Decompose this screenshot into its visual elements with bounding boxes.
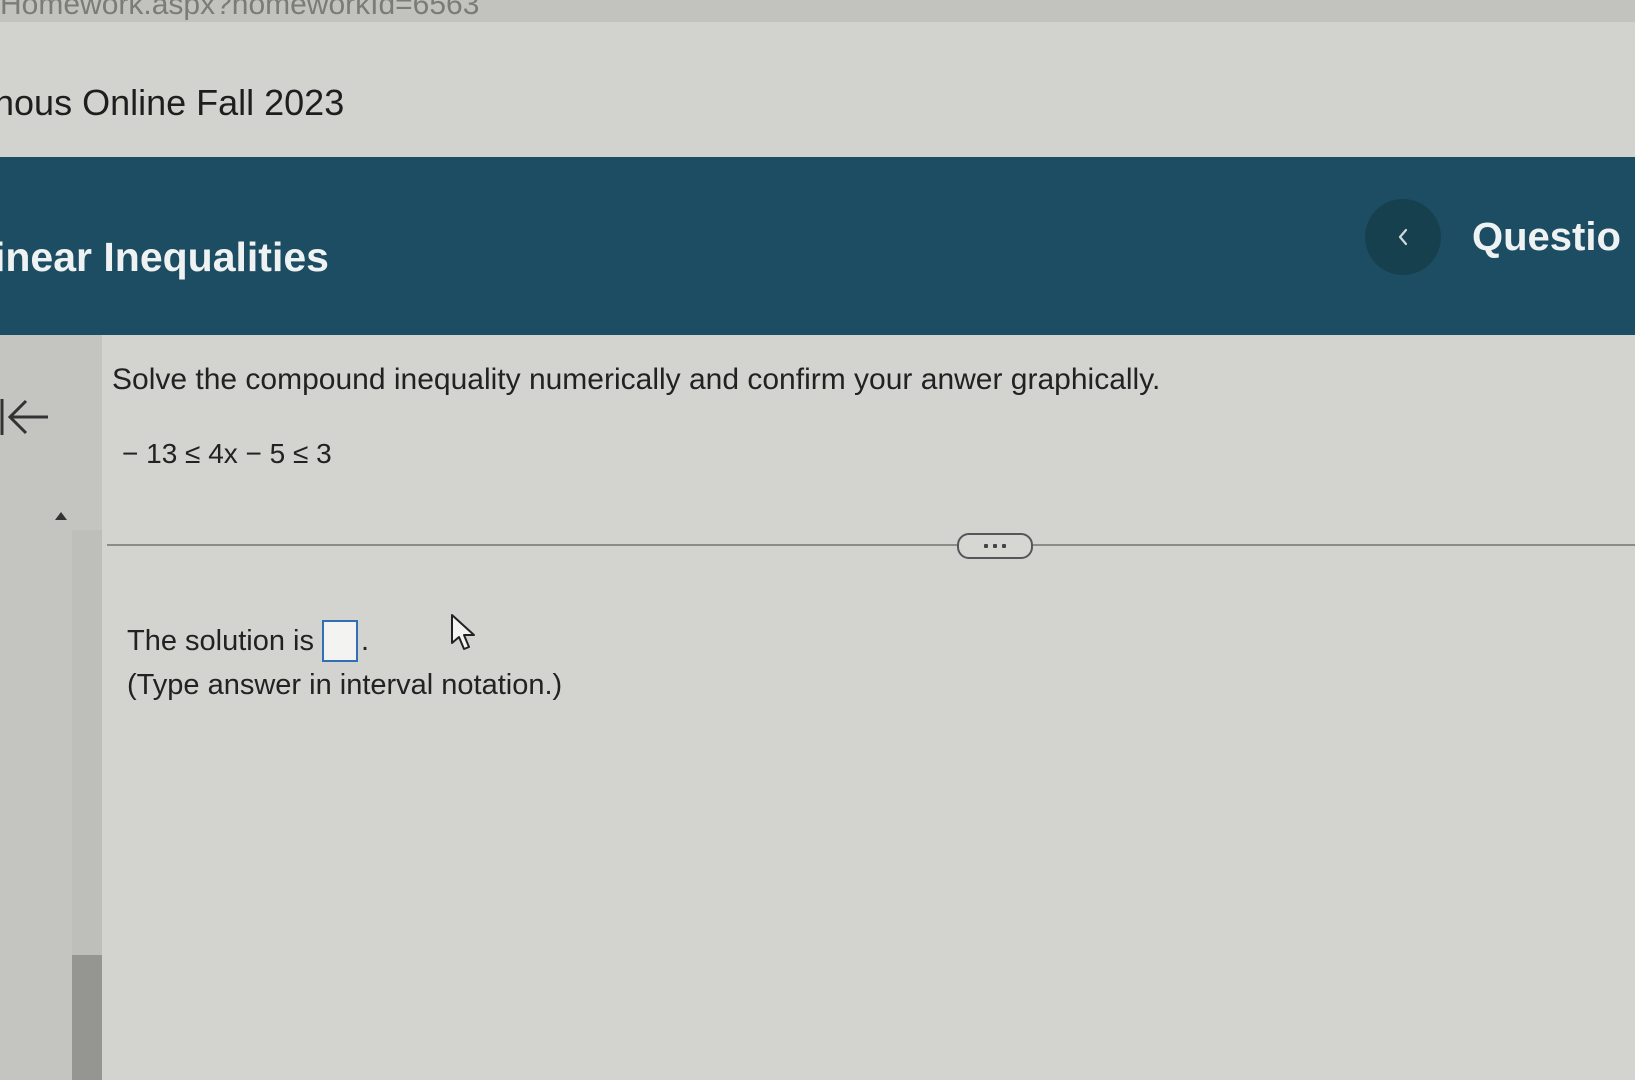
- dot-icon: [993, 544, 997, 548]
- section-title: inear Inequalities: [0, 234, 329, 280]
- dot-icon: [1002, 544, 1006, 548]
- answer-input[interactable]: [322, 620, 358, 662]
- previous-question-button[interactable]: [1365, 199, 1441, 275]
- course-title: hous Online Fall 2023: [0, 82, 345, 123]
- section-header: inear Inequalities Questio: [0, 157, 1635, 335]
- browser-url-text: Homework.aspx?homeworkId=6563: [0, 0, 480, 21]
- solution-prefix: The solution is: [127, 624, 314, 657]
- question-instruction: Solve the compound inequality numericall…: [112, 363, 1161, 396]
- inequality-expression: − 13 ≤ 4x − 5 ≤ 3: [122, 438, 332, 469]
- course-title-bar: hous Online Fall 2023: [0, 22, 1635, 157]
- section-divider: [107, 544, 1635, 546]
- mouse-cursor-icon: [451, 614, 475, 650]
- dot-icon: [984, 544, 988, 548]
- browser-url-strip: Homework.aspx?homeworkId=6563: [0, 0, 1635, 23]
- scroll-up-arrow[interactable]: [55, 512, 67, 520]
- expand-more-button[interactable]: [957, 533, 1033, 559]
- solution-suffix: .: [361, 624, 370, 657]
- question-content: Solve the compound inequality numericall…: [102, 335, 1635, 1080]
- scrollbar-thumb[interactable]: [72, 955, 102, 1080]
- back-arrow-icon[interactable]: [0, 395, 52, 439]
- solution-row: The solution is .: [127, 620, 369, 662]
- answer-hint: (Type answer in interval notation.): [127, 669, 563, 701]
- question-label: Questio: [1472, 215, 1621, 259]
- chevron-left-icon: [1398, 228, 1408, 246]
